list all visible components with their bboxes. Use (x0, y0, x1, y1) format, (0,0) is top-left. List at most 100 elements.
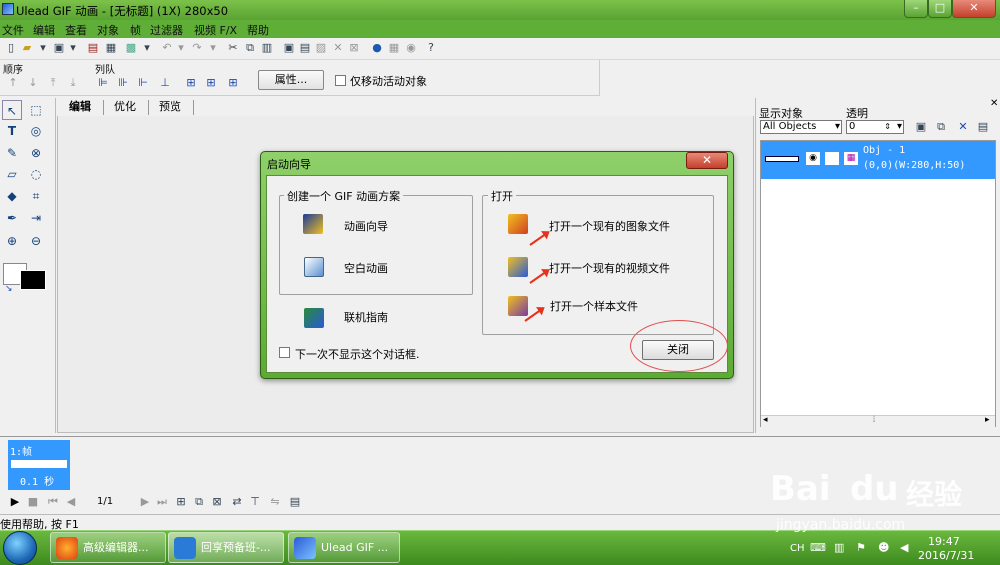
crop-tool-icon[interactable]: ⌗ (26, 186, 46, 206)
open-image-icon[interactable] (508, 214, 528, 234)
clone-tool-icon[interactable]: ⊗ (26, 143, 46, 163)
scroll-thumb[interactable]: ⦙ (873, 415, 875, 425)
taskbar-item-class[interactable]: 回享预备班-... (168, 532, 284, 563)
pointer-tool-icon[interactable]: ↖ (2, 100, 22, 120)
eye-icon[interactable]: ◉ (806, 152, 820, 165)
next-frame-icon[interactable]: ▶ (138, 495, 152, 509)
qq-icon[interactable]: ☻ (878, 541, 889, 554)
swap-colors-icon[interactable]: ↘ (5, 284, 13, 294)
taskbar-item-ulead[interactable]: Ulead GIF ... (288, 532, 400, 563)
copy-object-icon[interactable]: ⧉ (934, 120, 948, 134)
language-indicator[interactable]: CH (790, 543, 805, 554)
open-image-option[interactable]: 打开一个现有的图象文件 (549, 218, 670, 234)
dialog-close-icon[interactable]: ✕ (686, 152, 728, 169)
move-active-checkbox[interactable] (335, 75, 346, 86)
object-row[interactable]: ◉ ▦ Obj - 1 (0,0)(W:280,H:50) (761, 141, 995, 179)
delete-frame-icon[interactable]: ⊠ (210, 495, 224, 509)
foreground-color-swatch[interactable] (20, 270, 46, 290)
help-icon[interactable]: ? (424, 41, 438, 55)
crop-icon[interactable]: ▨ (314, 41, 328, 55)
dropdown-icon[interactable]: ▾ (140, 41, 154, 55)
align-center-icon[interactable]: ⊪ (116, 76, 130, 90)
zoom-out-icon[interactable]: ⊖ (26, 231, 46, 251)
chevron-down-icon[interactable]: ▾ (897, 121, 902, 133)
export-icon[interactable]: ▤ (86, 41, 100, 55)
undo-icon[interactable]: ↶ (160, 41, 174, 55)
text-banner-icon[interactable]: ⊤ (248, 495, 262, 509)
menu-view[interactable]: 查看 (65, 22, 87, 38)
eyedropper-icon[interactable]: ✒ (2, 208, 22, 228)
properties-button[interactable]: 属性... (258, 70, 324, 90)
frame-delay[interactable]: 0.1 秒 (20, 473, 54, 488)
last-frame-icon[interactable]: ⏭ (155, 495, 169, 509)
clock-date[interactable]: 2016/7/31 (918, 549, 974, 562)
online-guide-icon[interactable] (304, 308, 324, 328)
dropdown-icon[interactable]: ▾ (36, 41, 50, 55)
dropdown-icon[interactable]: ▾ (206, 41, 220, 55)
lasso-tool-icon[interactable]: ◎ (26, 121, 46, 141)
center-both-icon[interactable]: ⊞ (226, 76, 240, 90)
redo-icon[interactable]: ↷ (190, 41, 204, 55)
to-top-icon[interactable]: ⤒ (46, 76, 60, 90)
frame-props-icon[interactable]: ▤ (288, 495, 302, 509)
add-frame-icon[interactable]: ⊞ (174, 495, 188, 509)
play-icon[interactable]: ▶ (8, 495, 22, 509)
to-bottom-icon[interactable]: ⤓ (66, 76, 80, 90)
globe-icon[interactable]: ● (370, 41, 384, 55)
reverse-icon[interactable]: ⇋ (268, 495, 282, 509)
dropdown-icon[interactable]: ▾ (174, 41, 188, 55)
tab-edit[interactable]: 编辑 (57, 100, 104, 115)
bring-front-icon[interactable]: ↑ (6, 76, 20, 90)
menu-video-fx[interactable]: 视频 F/X (194, 22, 237, 38)
start-button[interactable] (3, 531, 37, 565)
keyboard-icon[interactable]: ⌨ (810, 541, 826, 554)
align-bottom-icon[interactable]: ⊥ (158, 76, 172, 90)
volume-icon[interactable]: ◀ (900, 541, 908, 554)
zoom-in-icon[interactable]: ⊕ (2, 231, 22, 251)
menu-object[interactable]: 对象 (97, 22, 119, 38)
pane-close-icon[interactable]: ✕ (990, 98, 998, 109)
frame-thumbnail[interactable]: 1:帧 0.1 秒 (8, 440, 70, 490)
online-guide-option[interactable]: 联机指南 (344, 309, 388, 325)
objects-filter-select[interactable]: All Objects ▾ (760, 120, 842, 134)
open-video-icon[interactable] (508, 257, 528, 277)
horizontal-scrollbar[interactable]: ◂ ⦙ ▸ (761, 415, 995, 427)
blank-animation-option[interactable]: 空白动画 (344, 260, 388, 276)
duplicate-frame-icon[interactable]: ⧉ (192, 495, 206, 509)
dont-show-checkbox[interactable] (279, 347, 290, 358)
image-icon[interactable]: ▩ (124, 41, 138, 55)
menu-help[interactable]: 帮助 (247, 22, 269, 38)
flag-icon[interactable]: ⚑ (856, 541, 866, 554)
text-tool-icon[interactable]: T (2, 121, 22, 141)
scroll-right-icon[interactable]: ▸ (985, 415, 990, 425)
paste-icon[interactable]: ▥ (260, 41, 274, 55)
object-list[interactable] (760, 140, 996, 427)
maximize-button[interactable]: □ (928, 0, 952, 18)
network-icon[interactable]: ▥ (834, 541, 844, 554)
paint-bucket-icon[interactable]: ◆ (2, 186, 22, 206)
menu-frame[interactable]: 帧 (130, 22, 141, 38)
lock-toggle[interactable] (825, 152, 839, 165)
clock-time[interactable]: 19:47 (928, 535, 960, 548)
open-sample-icon[interactable] (508, 296, 528, 316)
delete-icon[interactable]: ✕ (331, 41, 345, 55)
animation-wizard-option[interactable]: 动画向导 (344, 218, 388, 234)
close-window-button[interactable]: ✕ (952, 0, 996, 18)
print-icon[interactable]: ▦ (104, 41, 118, 55)
new-object-icon[interactable]: ▣ (914, 120, 928, 134)
center-v-icon[interactable]: ⊞ (204, 76, 218, 90)
taskbar-item-editor[interactable]: 高级编辑器... (50, 532, 166, 563)
menu-edit[interactable]: 编辑 (33, 22, 55, 38)
save-icon[interactable]: ▣ (52, 41, 66, 55)
cut-icon[interactable]: ✂ (226, 41, 240, 55)
menu-filter[interactable]: 过滤器 (150, 22, 183, 38)
tab-preview[interactable]: 预览 (147, 100, 194, 115)
prev-frame-icon[interactable]: ◀ (64, 495, 78, 509)
align-left-icon[interactable]: ⊫ (96, 76, 110, 90)
open-video-option[interactable]: 打开一个现有的视频文件 (549, 260, 670, 276)
stop-icon[interactable]: ■ (26, 495, 40, 509)
preview-icon[interactable]: ◉ (404, 41, 418, 55)
object-props-icon[interactable]: ▤ (976, 120, 990, 134)
menu-file[interactable]: 文件 (2, 22, 24, 38)
tab-optimize[interactable]: 优化 (102, 100, 149, 115)
